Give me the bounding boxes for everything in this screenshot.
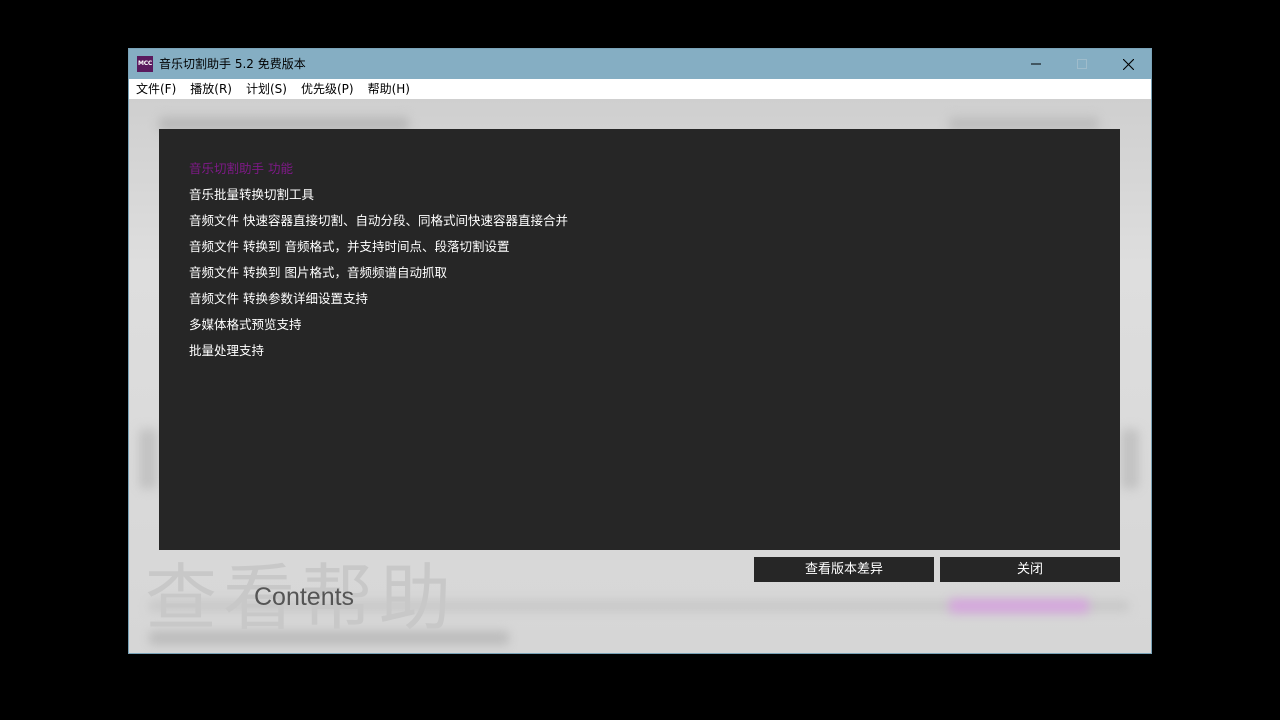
- app-window: MCC 音乐切割助手 5.2 免费版本 文件(F) 播放(R) 计划(S) 优先…: [128, 48, 1152, 654]
- help-line: 音频文件 转换参数详细设置支持: [189, 291, 368, 306]
- blurred-side-right: [1121, 429, 1139, 489]
- app-logo-icon: MCC: [137, 56, 153, 72]
- menu-priority[interactable]: 优先级(P): [294, 79, 361, 99]
- help-line: 音频文件 转换到 音频格式，并支持时间点、段落切割设置: [189, 239, 510, 254]
- close-icon: [1122, 58, 1134, 70]
- background-contents-label: Contents: [254, 583, 355, 611]
- menu-play[interactable]: 播放(R): [183, 79, 239, 99]
- blurred-highlight: [949, 599, 1089, 613]
- help-line: 批量处理支持: [189, 343, 265, 358]
- help-line: 音频文件 快速容器直接切割、自动分段、同格式间快速容器直接合并: [189, 213, 568, 228]
- view-version-diff-button[interactable]: 查看版本差异: [754, 557, 934, 582]
- help-panel: 音乐切割助手 功能 音乐批量转换切割工具 音频文件 快速容器直接切割、自动分段、…: [159, 129, 1120, 550]
- window-title: 音乐切割助手 5.2 免费版本: [159, 57, 306, 71]
- menu-schedule[interactable]: 计划(S): [239, 79, 294, 99]
- minimize-button[interactable]: [1013, 49, 1059, 79]
- help-line: 音频文件 转换到 图片格式，音频频谱自动抓取: [189, 265, 447, 280]
- help-line: 音乐批量转换切割工具: [189, 187, 315, 202]
- blurred-side-left: [139, 429, 157, 489]
- title-bar[interactable]: MCC 音乐切割助手 5.2 免费版本: [129, 49, 1151, 79]
- close-button[interactable]: 关闭: [940, 557, 1120, 582]
- minimize-icon: [1031, 63, 1041, 65]
- menu-file[interactable]: 文件(F): [129, 79, 183, 99]
- menu-bar: 文件(F) 播放(R) 计划(S) 优先级(P) 帮助(H): [129, 79, 1151, 99]
- close-window-button[interactable]: [1105, 49, 1151, 79]
- maximize-icon: [1077, 59, 1087, 69]
- menu-help[interactable]: 帮助(H): [361, 79, 417, 99]
- maximize-button[interactable]: [1059, 49, 1105, 79]
- help-line: 多媒体格式预览支持: [189, 317, 302, 332]
- help-heading: 音乐切割助手 功能: [189, 161, 293, 176]
